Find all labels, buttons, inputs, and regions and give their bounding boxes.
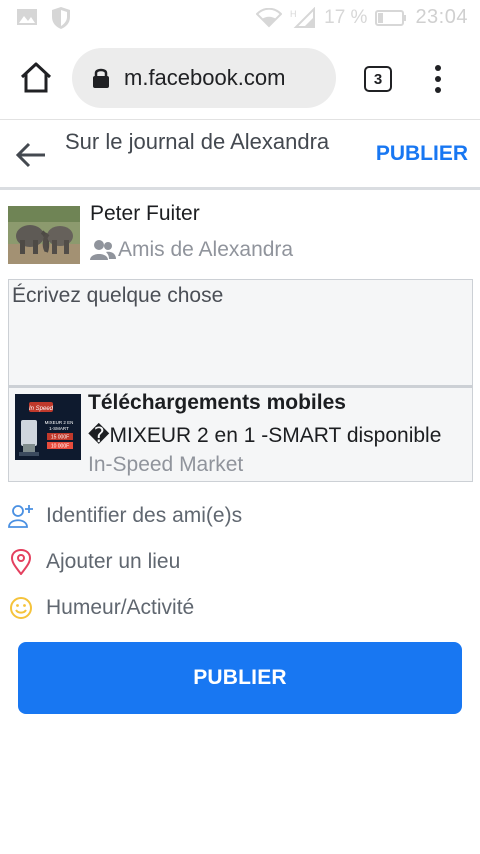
home-button[interactable] bbox=[18, 60, 54, 96]
location-pin-icon bbox=[8, 549, 34, 575]
system-indicators: H 17 % 23:04 bbox=[256, 6, 468, 29]
cellular-signal-icon: H bbox=[290, 6, 316, 28]
add-location-label: Ajouter un lieu bbox=[46, 550, 181, 573]
feeling-activity-label: Humeur/Activité bbox=[46, 596, 195, 619]
browser-toolbar: m.facebook.com 3 bbox=[0, 38, 480, 120]
wifi-icon bbox=[256, 7, 283, 27]
author-name: Peter Fuiter bbox=[90, 202, 200, 225]
shared-link-source: In-Speed Market bbox=[88, 453, 244, 476]
battery-percent: 17 % bbox=[324, 6, 368, 28]
thumb-line-3: 15 000F bbox=[51, 435, 69, 441]
shared-link-title: Téléchargements mobiles bbox=[88, 391, 346, 414]
browser-menu-button[interactable] bbox=[430, 64, 446, 94]
home-icon bbox=[20, 62, 52, 93]
publish-button[interactable]: PUBLIER bbox=[18, 642, 462, 714]
post-text-input[interactable]: Écrivez quelque chose bbox=[8, 279, 473, 387]
svg-text:H: H bbox=[290, 9, 297, 19]
audience-label: Amis de Alexandra bbox=[118, 238, 294, 261]
header-publish-button[interactable]: PUBLIER bbox=[376, 142, 468, 166]
tag-friends-label: Identifier des ami(e)s bbox=[46, 504, 243, 527]
page-title: Sur le journal de Alexandra bbox=[65, 129, 330, 154]
tab-switcher-button[interactable]: 3 bbox=[364, 66, 392, 92]
feeling-activity-option[interactable]: Humeur/Activité bbox=[8, 588, 472, 628]
notification-icons bbox=[16, 6, 72, 30]
avatar[interactable] bbox=[8, 206, 80, 264]
status-bar: H 17 % 23:04 bbox=[0, 0, 480, 38]
clock: 23:04 bbox=[415, 6, 468, 28]
elephants-photo bbox=[8, 206, 80, 264]
arrow-left-icon bbox=[15, 142, 45, 168]
shared-link-thumbnail: In Speed MIXEUR 2 EN 1-SMART 15 000F 10 … bbox=[15, 394, 81, 460]
shared-link-preview[interactable]: In Speed MIXEUR 2 EN 1-SMART 15 000F 10 … bbox=[8, 387, 473, 482]
tag-friends-icon bbox=[8, 503, 34, 529]
svg-text:In Speed: In Speed bbox=[29, 406, 54, 412]
battery-icon bbox=[375, 9, 407, 26]
post-author: Peter Fuiter Amis de Alexandra bbox=[8, 200, 472, 270]
add-location-option[interactable]: Ajouter un lieu bbox=[8, 542, 472, 582]
smiley-icon bbox=[8, 595, 34, 621]
url-text: m.facebook.com bbox=[124, 65, 286, 90]
composer-header: Sur le journal de Alexandra PUBLIER bbox=[0, 120, 480, 190]
more-vertical-icon bbox=[435, 65, 441, 93]
thumb-line-4: 10 000F bbox=[51, 444, 69, 450]
tag-friends-option[interactable]: Identifier des ami(e)s bbox=[8, 496, 472, 536]
post-text-placeholder: Écrivez quelque chose bbox=[12, 284, 224, 307]
shared-link-description: �MIXEUR 2 en 1 -SMART disponible bbox=[88, 424, 442, 447]
image-notification-icon bbox=[17, 9, 37, 25]
lock-icon bbox=[93, 68, 109, 88]
thumb-line-1: MIXEUR 2 EN bbox=[45, 420, 74, 425]
address-bar[interactable]: m.facebook.com bbox=[72, 48, 336, 108]
friends-icon bbox=[90, 240, 116, 260]
thumb-line-2: 1-SMART bbox=[49, 426, 69, 431]
back-button[interactable] bbox=[14, 138, 48, 172]
audience-selector[interactable]: Amis de Alexandra bbox=[90, 238, 293, 262]
blender-ad-image: In Speed MIXEUR 2 EN 1-SMART 15 000F 10 … bbox=[15, 394, 81, 460]
shield-notification-icon bbox=[52, 7, 70, 29]
